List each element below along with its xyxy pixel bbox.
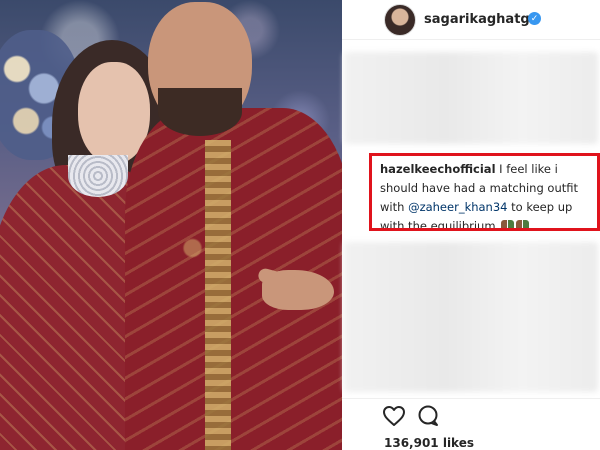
post-actions — [342, 398, 600, 434]
couple-emoji-icon — [516, 220, 530, 228]
author-username[interactable]: sagarikaghatge — [424, 12, 539, 27]
comment-username[interactable]: hazelkeechofficial — [380, 162, 496, 176]
blurred-comments-top — [344, 52, 598, 144]
sherwani-embroidery — [205, 140, 231, 450]
heart-icon[interactable] — [382, 405, 408, 429]
post-photo[interactable] — [0, 0, 342, 450]
avatar[interactable] — [384, 4, 416, 36]
highlighted-comment: hazelkeechofficial I feel like i should … — [369, 153, 600, 231]
post-header: sagarikaghatge ✓ — [342, 0, 600, 40]
comment-mention-link[interactable]: @zaheer_khan34 — [408, 200, 507, 214]
necklace — [68, 155, 128, 197]
comment-bubble-icon[interactable] — [416, 405, 442, 429]
verified-badge-icon: ✓ — [528, 12, 541, 25]
post-side-panel: sagarikaghatge ✓ hazelkeechofficial I fe… — [342, 0, 600, 450]
blurred-comments-bottom — [344, 242, 598, 392]
like-count[interactable]: 136,901 likes — [384, 436, 474, 450]
couple-emoji-icon — [501, 220, 515, 228]
man-beard — [158, 88, 242, 136]
